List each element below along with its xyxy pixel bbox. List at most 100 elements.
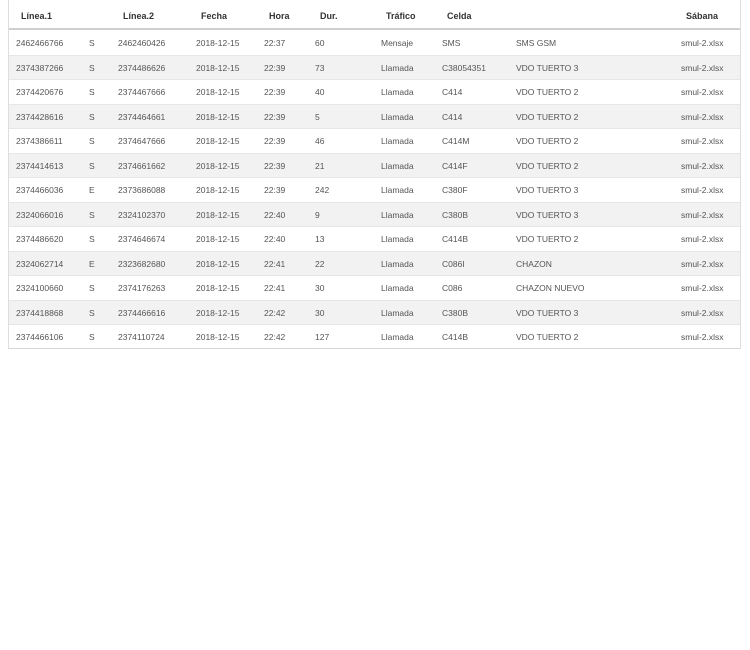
cell-hora: 22:37 bbox=[264, 38, 286, 48]
table-row[interactable]: 2462466766 S 2462460426 2018-12-15 22:37 60 Me… bbox=[9, 31, 740, 56]
cell-fecha: 2018-12-15 bbox=[196, 307, 240, 318]
cell-fecha: 2018-12-15 bbox=[196, 38, 240, 48]
cell-direction: S bbox=[89, 283, 95, 293]
cell-trafico: Llamada bbox=[381, 332, 414, 342]
cell-linea1: 2374466036 bbox=[16, 185, 64, 195]
table-row[interactable]: 2374420676 S 2374467666 2018-12-15 22:39 40 Ll… bbox=[9, 80, 740, 105]
cell-duracion: 9 bbox=[315, 209, 320, 220]
cell-hora: 22:39 bbox=[264, 87, 286, 97]
cell-descripcion: VDO TUERTO 2 bbox=[516, 234, 579, 244]
cell-fecha: 2018-12-15 bbox=[196, 283, 240, 293]
cell-linea2: 2374661662 bbox=[118, 160, 166, 171]
cell-sabana: smul-2.xlsx bbox=[681, 160, 724, 171]
cell-descripcion: VDO TUERTO 2 bbox=[516, 111, 579, 122]
cell-trafico: Llamada bbox=[381, 160, 414, 171]
cell-celda: C414 bbox=[442, 87, 463, 97]
header-sabana[interactable]: Sábana bbox=[686, 4, 718, 28]
cell-direction: S bbox=[89, 160, 95, 171]
table-row[interactable]: 2374466036 E 2373686088 2018-12-15 22:39 242 L… bbox=[9, 178, 740, 203]
cell-sabana: smul-2.xlsx bbox=[681, 209, 724, 220]
cell-celda: C086I bbox=[442, 258, 465, 269]
cell-duracion: 5 bbox=[315, 111, 320, 122]
cell-duracion: 30 bbox=[315, 307, 325, 318]
cell-celda: C086 bbox=[442, 283, 463, 293]
cell-trafico: Llamada bbox=[381, 185, 414, 195]
table-row[interactable]: 2374414613 S 2374661662 2018-12-15 22:39 21 Ll… bbox=[9, 153, 740, 178]
table-row[interactable]: 2374387266 S 2374486626 2018-12-15 22:39 73 Ll… bbox=[9, 55, 740, 80]
cell-linea2: 2374110724 bbox=[118, 332, 165, 342]
cell-fecha: 2018-12-15 bbox=[196, 258, 240, 269]
cell-linea2: 2374176263 bbox=[118, 283, 166, 293]
header-hora[interactable]: Hora bbox=[269, 4, 290, 28]
cell-trafico: Llamada bbox=[381, 258, 414, 269]
header-linea2[interactable]: Línea.2 bbox=[123, 4, 154, 28]
header-fecha[interactable]: Fecha bbox=[201, 4, 227, 28]
header-trafico[interactable]: Tráfico bbox=[386, 4, 416, 28]
cell-fecha: 2018-12-15 bbox=[196, 160, 240, 171]
table-row[interactable]: 2374466106 S 2374110724 2018-12-15 22:42 127 L… bbox=[9, 325, 740, 348]
cell-descripcion: VDO TUERTO 3 bbox=[516, 209, 579, 220]
cell-direction: S bbox=[89, 111, 95, 122]
cell-celda: C380B bbox=[442, 307, 468, 318]
cell-hora: 22:39 bbox=[264, 185, 286, 195]
records-table: Línea.1 Línea.2 Fecha Hora Dur. Tráfico … bbox=[8, 0, 741, 349]
cell-sabana: smul-2.xlsx bbox=[681, 185, 724, 195]
cell-duracion: 22 bbox=[315, 258, 325, 269]
cell-linea1: 2374418868 bbox=[16, 307, 64, 318]
cell-celda: C414F bbox=[442, 160, 468, 171]
cell-sabana: smul-2.xlsx bbox=[681, 307, 724, 318]
cell-direction: S bbox=[89, 332, 95, 342]
cell-linea2: 2323682680 bbox=[118, 258, 166, 269]
cell-linea2: 2373686088 bbox=[118, 185, 166, 195]
header-linea1[interactable]: Línea.1 bbox=[21, 4, 52, 28]
cell-celda: C414B bbox=[442, 332, 468, 342]
cell-sabana: smul-2.xlsx bbox=[681, 234, 724, 244]
cell-descripcion: VDO TUERTO 3 bbox=[516, 307, 579, 318]
cell-linea2: 2374464661 bbox=[118, 111, 166, 122]
cell-celda: C414B bbox=[442, 234, 468, 244]
cell-linea1: 2374387266 bbox=[16, 62, 64, 73]
header-celda[interactable]: Celda bbox=[447, 4, 472, 28]
header-duracion[interactable]: Dur. bbox=[320, 4, 338, 28]
cell-direction: S bbox=[89, 234, 95, 244]
cell-sabana: smul-2.xlsx bbox=[681, 62, 724, 73]
cell-linea2: 2374466616 bbox=[118, 307, 166, 318]
cell-hora: 22:39 bbox=[264, 62, 286, 73]
cell-hora: 22:40 bbox=[264, 209, 286, 220]
cell-direction: S bbox=[89, 87, 95, 97]
cell-trafico: Llamada bbox=[381, 283, 414, 293]
cell-trafico: Llamada bbox=[381, 111, 414, 122]
cell-celda: C414 bbox=[442, 111, 463, 122]
cell-descripcion: CHAZON bbox=[516, 258, 552, 269]
cell-duracion: 242 bbox=[315, 185, 330, 195]
cell-trafico: Llamada bbox=[381, 136, 414, 146]
cell-sabana: smul-2.xlsx bbox=[681, 111, 724, 122]
table-header: Línea.1 Línea.2 Fecha Hora Dur. Tráfico … bbox=[9, 4, 740, 30]
cell-descripcion: VDO TUERTO 3 bbox=[516, 62, 579, 73]
cell-linea1: 2324100660 bbox=[16, 283, 64, 293]
table-row[interactable]: 2324066016 S 2324102370 2018-12-15 22:40 9 Lla… bbox=[9, 202, 740, 227]
cell-duracion: 13 bbox=[315, 234, 325, 244]
table-row[interactable]: 2324100660 S 2374176263 2018-12-15 22:41 30 Ll… bbox=[9, 276, 740, 301]
cell-fecha: 2018-12-15 bbox=[196, 332, 240, 342]
cell-linea1: 2374486620 bbox=[16, 234, 64, 244]
cell-celda: C380B bbox=[442, 209, 468, 220]
cell-hora: 22:41 bbox=[264, 283, 286, 293]
table-row[interactable]: 2374418868 S 2374466616 2018-12-15 22:42 30 Ll… bbox=[9, 300, 740, 325]
table-row[interactable]: 2324062714 E 2323682680 2018-12-15 22:41 22 Ll… bbox=[9, 251, 740, 276]
cell-direction: S bbox=[89, 38, 95, 48]
table-row[interactable]: 2374386611 S 2374647666 2018-12-15 22:39 46 Ll… bbox=[9, 129, 740, 154]
cell-fecha: 2018-12-15 bbox=[196, 62, 240, 73]
cell-sabana: smul-2.xlsx bbox=[681, 258, 724, 269]
cell-hora: 22:42 bbox=[264, 332, 286, 342]
cell-fecha: 2018-12-15 bbox=[196, 136, 240, 146]
cell-linea2: 2462460426 bbox=[118, 38, 166, 48]
cell-duracion: 30 bbox=[315, 283, 325, 293]
cell-trafico: Llamada bbox=[381, 62, 414, 73]
table-row[interactable]: 2374428616 S 2374464661 2018-12-15 22:39 5 Lla… bbox=[9, 104, 740, 129]
cell-linea1: 2374466106 bbox=[16, 332, 64, 342]
cell-trafico: Llamada bbox=[381, 307, 414, 318]
table-body: 2462466766 S 2462460426 2018-12-15 22:37 60 Me… bbox=[9, 31, 740, 348]
cell-descripcion: VDO TUERTO 2 bbox=[516, 160, 579, 171]
table-row[interactable]: 2374486620 S 2374646674 2018-12-15 22:40 13 Ll… bbox=[9, 227, 740, 252]
